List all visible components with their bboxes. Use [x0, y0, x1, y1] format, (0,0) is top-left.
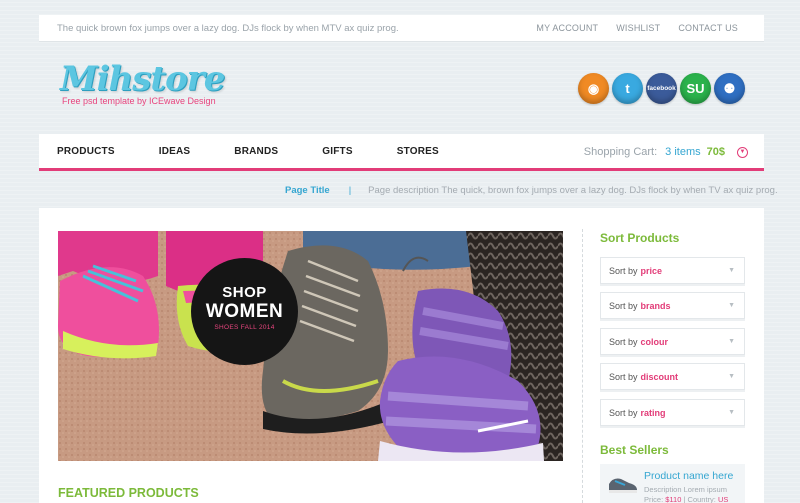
- twitter-icon[interactable]: t: [612, 73, 643, 104]
- chevron-down-icon: ▼: [728, 302, 735, 309]
- sort-by-label: Sort by: [609, 300, 638, 311]
- featured-products-heading: FEATURED PRODUCTS: [58, 486, 199, 500]
- main-nav: PRODUCTS IDEAS BRANDS GIFTS STORES Shopp…: [39, 134, 764, 171]
- best-sellers-heading: Best Sellers: [600, 443, 669, 457]
- product-thumbnail: [609, 478, 637, 493]
- product-name-link[interactable]: Product name here: [644, 470, 733, 482]
- nav-item-stores[interactable]: STORES: [397, 146, 439, 157]
- my-account-link[interactable]: MY ACCOUNT: [536, 23, 598, 33]
- sort-by-label: Sort by: [609, 336, 638, 347]
- logo-subtitle: Free psd template by ICEwave Design: [62, 96, 216, 106]
- logo-wordmark: Mihstore: [60, 59, 225, 99]
- sort-field-discount: discount: [640, 371, 679, 382]
- hero-shoes-image: [58, 231, 563, 461]
- sort-by-label: Sort by: [609, 371, 638, 382]
- badge-line-shop: SHOP: [222, 284, 267, 301]
- sort-products-heading: Sort Products: [600, 231, 680, 245]
- cart-label: Shopping Cart:: [583, 146, 658, 158]
- nav-item-ideas[interactable]: IDEAS: [159, 146, 191, 157]
- site-tagline: The quick brown fox jumps over a lazy do…: [57, 22, 399, 34]
- page-description: Page description The quick, brown fox ju…: [368, 185, 778, 196]
- price-label: Price:: [644, 495, 664, 503]
- rss-icon[interactable]: ◉: [578, 73, 609, 104]
- chevron-down-icon: ▼: [728, 338, 735, 345]
- sort-by-colour-select[interactable]: Sort by colour ▼: [600, 328, 745, 355]
- badge-line-women: WOMEN: [205, 301, 284, 322]
- page-header: Page Title | Page description The quick,…: [285, 185, 778, 196]
- cart-total: 70$: [706, 146, 725, 158]
- title-separator: |: [348, 185, 352, 196]
- sort-by-brands-select[interactable]: Sort by brands ▼: [600, 292, 745, 319]
- sort-field-price: price: [640, 265, 663, 276]
- sidebar-divider: [582, 229, 583, 503]
- best-seller-item[interactable]: Product name here Description Lorem ipsu…: [600, 464, 745, 503]
- sort-by-rating-select[interactable]: Sort by rating ▼: [600, 399, 745, 426]
- shop-women-badge[interactable]: SHOP WOMEN SHOES FALL 2014: [191, 258, 298, 365]
- top-bar: The quick brown fox jumps over a lazy do…: [39, 15, 764, 42]
- product-description: Description Lorem ipsum: [644, 485, 727, 494]
- nav-item-gifts[interactable]: GIFTS: [322, 146, 352, 157]
- cart-dropdown-icon[interactable]: ▼: [737, 146, 748, 158]
- sort-field-brands: brands: [640, 300, 671, 311]
- hero-banner[interactable]: [58, 231, 563, 461]
- shopping-cart: Shopping Cart: 3 items 70$ ▼: [584, 146, 748, 158]
- nav-item-products[interactable]: PRODUCTS: [57, 146, 115, 157]
- sort-by-label: Sort by: [609, 407, 638, 418]
- page-title: Page Title: [285, 185, 330, 196]
- myspace-icon[interactable]: ⚉: [714, 73, 745, 104]
- sort-field-rating: rating: [640, 407, 666, 418]
- chevron-down-icon: ▼: [728, 267, 735, 274]
- nav-item-brands[interactable]: BRANDS: [234, 146, 278, 157]
- sort-by-price-select[interactable]: Sort by price ▼: [600, 257, 745, 284]
- facebook-icon[interactable]: facebook: [646, 73, 677, 104]
- sort-by-label: Sort by: [609, 265, 638, 276]
- chevron-down-icon: ▼: [728, 373, 735, 380]
- product-country: US: [718, 495, 729, 503]
- social-icons: ◉ t facebook SU ⚉: [578, 73, 745, 104]
- cart-items-link[interactable]: 3 items: [665, 146, 700, 158]
- product-meta: Price: $110 | Country: US: [644, 495, 728, 503]
- badge-line-season: SHOES FALL 2014: [214, 324, 275, 331]
- top-links: MY ACCOUNT WISHLIST CONTACT US: [536, 23, 738, 33]
- sort-by-discount-select[interactable]: Sort by discount ▼: [600, 363, 745, 390]
- sort-field-colour: colour: [640, 336, 669, 347]
- contact-us-link[interactable]: CONTACT US: [678, 23, 738, 33]
- chevron-down-icon: ▼: [728, 409, 735, 416]
- wishlist-link[interactable]: WISHLIST: [616, 23, 660, 33]
- country-label: Country:: [687, 495, 716, 503]
- stumbleupon-icon[interactable]: SU: [680, 73, 711, 104]
- site-logo[interactable]: Mihstore Free psd template by ICEwave De…: [60, 59, 225, 106]
- product-price: $110: [665, 495, 682, 503]
